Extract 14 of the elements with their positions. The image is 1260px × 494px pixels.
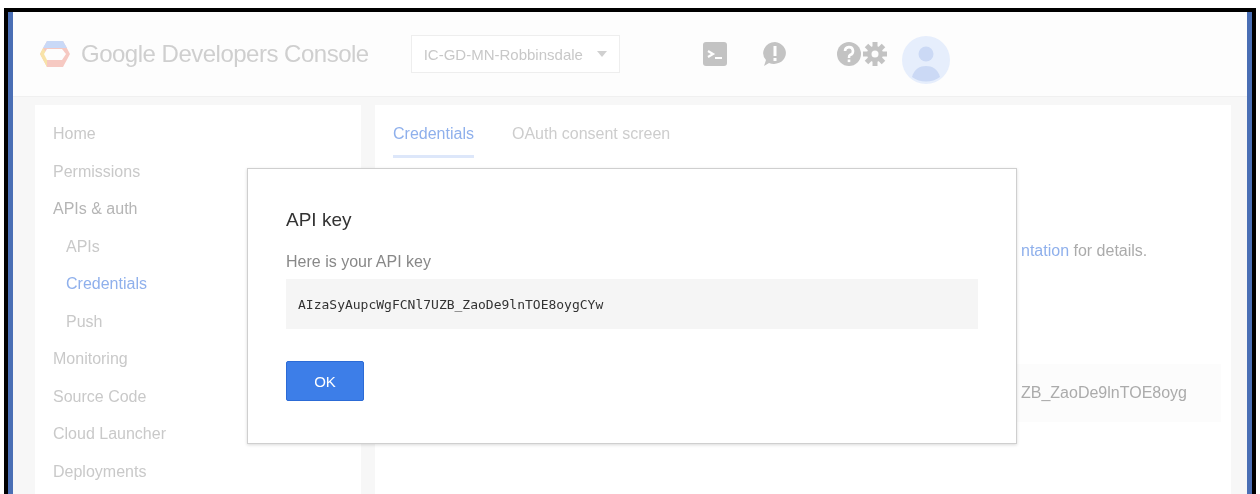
settings-icon[interactable] <box>861 41 888 67</box>
caret-icon <box>596 51 607 57</box>
dialog-subtitle: Here is your API key <box>286 253 432 271</box>
avatar-icon[interactable] <box>901 36 950 84</box>
tab[interactable]: Credentials <box>393 117 474 158</box>
ok-button[interactable]: OK <box>286 361 364 401</box>
terminal-icon[interactable] <box>701 41 728 67</box>
hexagon-logo-icon <box>39 40 71 68</box>
api-key-field[interactable]: AIzaSyAupcWgFCNl7UZB_ZaoDe9lnTOE8oygCYw <box>286 279 978 329</box>
details-text: for details. <box>1073 242 1148 259</box>
feedback-icon[interactable] <box>761 41 788 67</box>
help-icon[interactable] <box>835 41 862 67</box>
documentation-link[interactable]: ntation <box>1021 242 1070 259</box>
dialog-title: API key <box>286 209 353 231</box>
